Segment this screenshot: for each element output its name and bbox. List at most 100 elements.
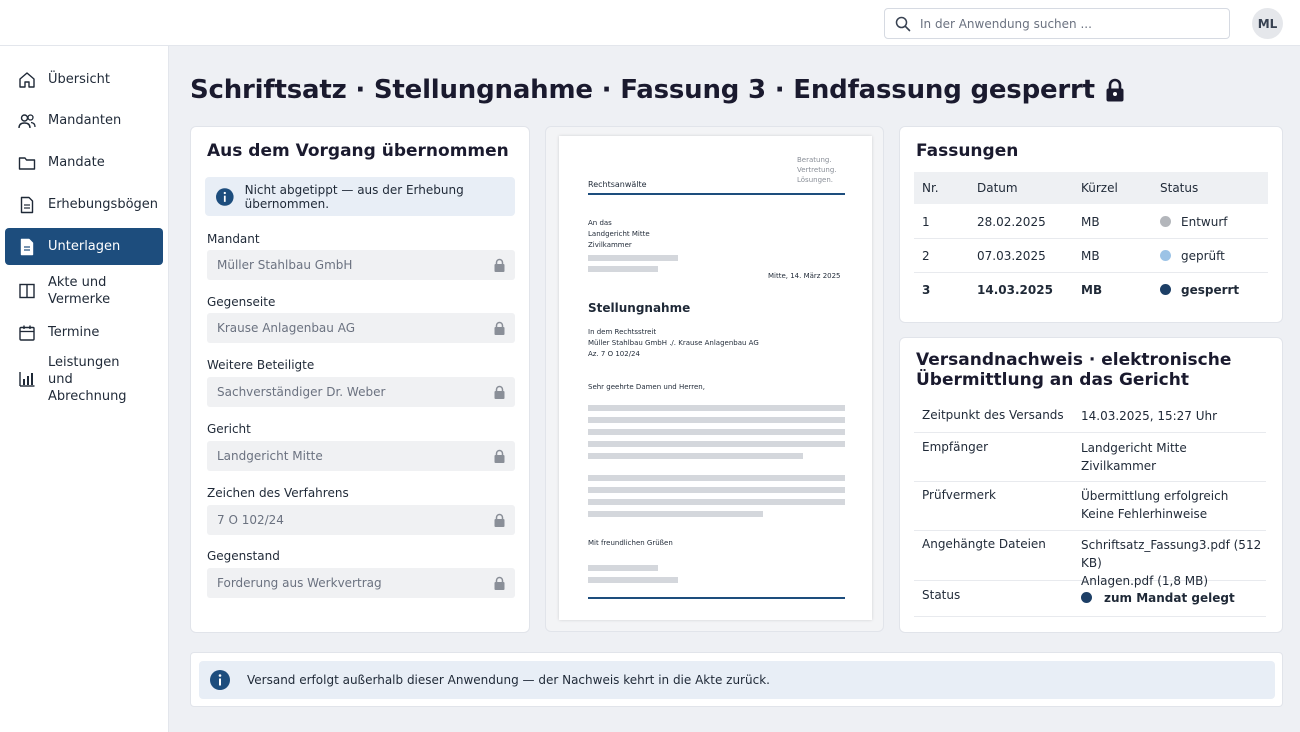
sidebar-item-termine[interactable]: Termine xyxy=(5,314,163,351)
dispatch-value: Übermittlung erfolgreich Keine Fehlerhinw… xyxy=(1081,489,1229,521)
field-gegenstand: Forderung aus Werkvertrag xyxy=(207,568,515,598)
table-row[interactable]: 2 07.03.2025 MB geprüft xyxy=(914,239,1268,273)
versions-card: Fassungen Nr. Datum Kürzel Status 1 28.0… xyxy=(899,126,1283,323)
text-line xyxy=(588,487,845,493)
recipient-block: An das Landgericht Mitte Zivilkammer xyxy=(588,219,650,249)
chart-icon xyxy=(19,372,35,387)
sidebar-item-uebersicht[interactable]: Übersicht xyxy=(5,61,163,98)
sidebar-item-label: Mandanten xyxy=(48,113,122,128)
search-placeholder: In der Anwendung suchen ... xyxy=(920,16,1092,31)
dispatch-key: Angehängte Dateien xyxy=(922,537,1046,551)
field-value: Landgericht Mitte xyxy=(217,449,323,463)
field-label-weitere-beteiligte: Weitere Beteiligte xyxy=(207,358,315,372)
sidebar-item-erhebungsboegen[interactable]: Erhebungsbögen xyxy=(5,186,163,223)
placeholder-line xyxy=(588,255,678,261)
lock-icon xyxy=(494,258,505,272)
lock-icon xyxy=(494,385,505,399)
sidebar-item-label: Übersicht xyxy=(48,72,110,87)
calendar-icon xyxy=(19,325,35,341)
sidebar-item-leistungen-und-abrechnung[interactable]: Leistungen und Abrechnung xyxy=(5,354,163,404)
dispatch-key: Status xyxy=(922,588,961,602)
sidebar-item-label: Erhebungsbögen xyxy=(48,197,159,212)
placeholder-line xyxy=(588,577,678,583)
document-page: Beratung. Vertretung. Lösungen. Rechtsanwä… xyxy=(559,136,872,620)
document-heading: Stellungnahme xyxy=(588,301,691,315)
home-icon xyxy=(19,71,35,88)
avatar[interactable]: ML xyxy=(1252,8,1283,39)
info-icon xyxy=(210,670,230,690)
field-label-mandant: Mandant xyxy=(207,232,260,246)
field-value: Krause Anlagenbau AG xyxy=(217,321,356,335)
field-value: 7 O 102/24 xyxy=(217,513,284,527)
placeholder-line xyxy=(588,565,658,571)
text-line xyxy=(588,499,845,505)
sidebar-item-label: Leistungen und Abrechnung xyxy=(48,354,127,404)
document-icon xyxy=(20,196,34,213)
status-dot xyxy=(1081,592,1092,603)
field-value: Sachverständiger Dr. Weber xyxy=(217,385,386,399)
footer-info-box: Versand erfolgt außerhalb dieser Anwendu… xyxy=(199,661,1275,699)
field-value: Forderung aus Werkvertrag xyxy=(217,576,382,590)
cell-abbr: MB xyxy=(1081,214,1100,229)
sidebar-item-mandate[interactable]: Mandate xyxy=(5,144,163,181)
footer-info-text: Versand erfolgt außerhalb dieser Anwendu… xyxy=(247,673,770,687)
sidebar-item-unterlagen[interactable]: Unterlagen xyxy=(5,228,163,265)
page-title: Schriftsatz · Stellungnahme · Fassung 3 … xyxy=(190,75,1095,105)
text-line xyxy=(588,511,763,517)
table-row[interactable]: 3 14.03.2025 MB gesperrt xyxy=(914,273,1268,307)
dispatch-value: zum Mandat gelegt xyxy=(1081,589,1235,607)
search-input[interactable]: In der Anwendung suchen ... xyxy=(884,8,1230,39)
sidebar-item-label: Termine xyxy=(48,325,100,340)
field-label-gegenseite: Gegenseite xyxy=(207,295,276,309)
firm-slogan: Beratung. Vertretung. Lösungen. xyxy=(797,156,837,184)
cell-date: 07.03.2025 xyxy=(977,248,1046,263)
cell-status: gesperrt xyxy=(1160,283,1239,297)
info-icon xyxy=(216,187,234,206)
text-line xyxy=(588,429,845,435)
column-header: Nr. xyxy=(922,181,939,195)
dispatch-value: Landgericht Mitte Zivilkammer xyxy=(1081,441,1187,473)
cell-status: geprüft xyxy=(1160,249,1225,263)
book-icon xyxy=(19,283,35,298)
sidebar-item-akte-und-vermerke[interactable]: Akte und Vermerke xyxy=(5,272,163,309)
text-line xyxy=(588,441,845,447)
lock-icon xyxy=(494,449,505,463)
cell-nr: 1 xyxy=(922,214,930,229)
cell-abbr: MB xyxy=(1081,283,1103,297)
date-line: Mitte, 14. März 2025 xyxy=(768,272,841,280)
lock-icon xyxy=(494,513,505,527)
text-line xyxy=(588,475,845,481)
cell-status: Entwurf xyxy=(1160,215,1227,229)
dispatch-row: Prüfvermerk Übermittlung erfolgreich Kein… xyxy=(914,482,1266,531)
field-mandant: Müller Stahlbau GmbH xyxy=(207,250,515,280)
lock-icon xyxy=(494,576,505,590)
field-label-gegenstand: Gegenstand xyxy=(207,549,280,563)
cell-date: 28.02.2025 xyxy=(977,214,1046,229)
cell-nr: 3 xyxy=(922,283,931,297)
status-text: gesperrt xyxy=(1181,283,1240,297)
sidebar-item-label: Unterlagen xyxy=(48,239,121,254)
sidebar-item-label: Mandate xyxy=(48,155,105,170)
dispatch-key: Zeitpunkt des Versands xyxy=(922,408,1064,422)
firm-name: Rechtsanwälte xyxy=(588,180,647,189)
dispatch-card: Versandnachweis · elektronische Übermitt… xyxy=(899,337,1283,633)
dispatch-row: Empfänger Landgericht Mitte Zivilkammer xyxy=(914,433,1266,482)
lock-icon xyxy=(1106,78,1124,102)
dispatch-value: 14.03.2025, 15:27 Uhr xyxy=(1081,409,1218,423)
status-dot xyxy=(1160,249,1171,261)
placeholder-line xyxy=(588,266,658,272)
sidebar-item-mandanten[interactable]: Mandanten xyxy=(5,102,163,139)
header-rule xyxy=(588,193,845,195)
status-text: geprüft xyxy=(1181,248,1225,263)
table-row[interactable]: 1 28.02.2025 MB Entwurf xyxy=(914,205,1268,239)
lock-icon xyxy=(494,321,505,335)
search-icon xyxy=(895,16,911,31)
document-preview-card[interactable]: Beratung. Vertretung. Lösungen. Rechtsanwä… xyxy=(545,126,884,632)
dispatch-title: Versandnachweis · elektronische Übermitt… xyxy=(916,350,1232,390)
dispatch-key: Prüfvermerk xyxy=(922,488,996,502)
status-text: zum Mandat gelegt xyxy=(1104,591,1235,605)
field-gegenseite: Krause Anlagenbau AG xyxy=(207,313,515,343)
text-line xyxy=(588,453,803,459)
case-block: In dem Rechtsstreit Müller Stahlbau GmbH … xyxy=(588,328,759,358)
source-title: Aus dem Vorgang übernommen xyxy=(207,141,509,161)
